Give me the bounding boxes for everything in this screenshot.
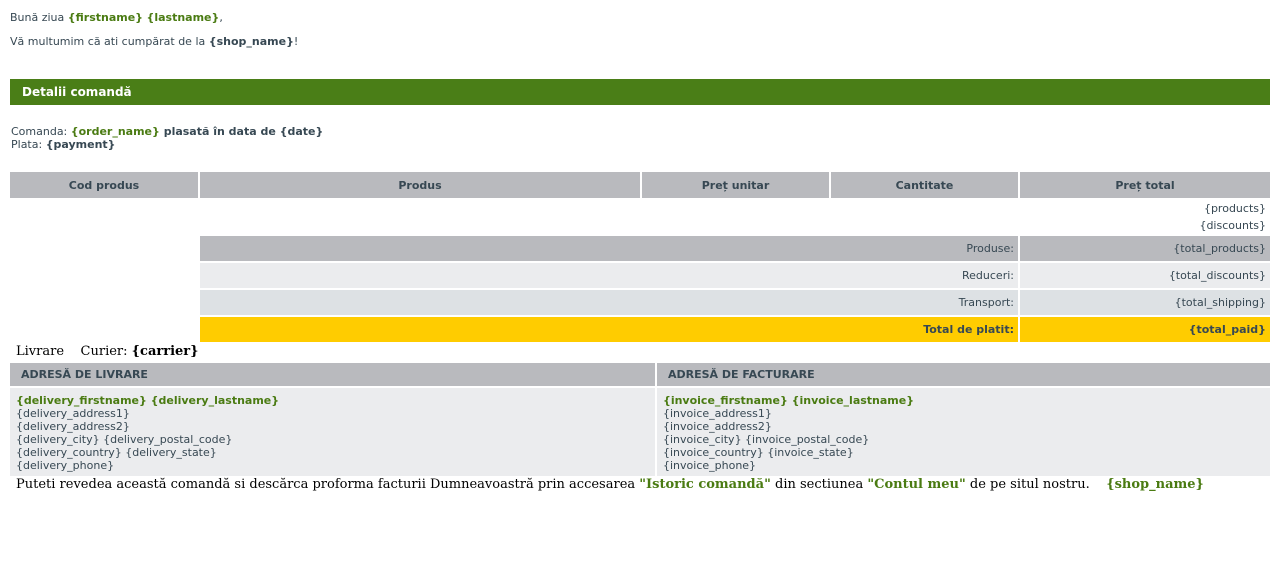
footer-text-3: de pe situl nostru. — [965, 477, 1090, 492]
total-products-label: Produse: — [199, 235, 1020, 263]
greeting-suffix: , — [219, 11, 223, 24]
delivery-city: {delivery_city} {delivery_postal_code} — [16, 433, 233, 446]
total-products-value: {total_products} — [1019, 235, 1270, 263]
thanks-line: Vă multumim că ati cumpărat de la {shop_… — [10, 35, 298, 48]
delivery-address1: {delivery_address1} — [16, 407, 130, 420]
order-label: Comanda: — [11, 125, 71, 138]
greeting-line: Bună ziua {firstname} {lastname}, — [10, 11, 223, 24]
delivery-phone: {delivery_phone} — [16, 459, 115, 472]
total-shipping-label: Transport: — [199, 289, 1020, 317]
footer-shop-name[interactable]: {shop_name} — [1106, 477, 1204, 492]
invoice-address: {invoice_firstname} {invoice_lastname} {… — [656, 387, 1270, 476]
delivery-label: Livrare — [16, 344, 65, 359]
footer-text-2: din sectiunea — [770, 477, 868, 492]
col-product: Produs — [199, 172, 642, 200]
total-discounts-row: Reduceri: {total_discounts} — [10, 262, 1270, 290]
invoice-city: {invoice_city} {invoice_postal_code} — [663, 433, 870, 446]
lastname-placeholder: {lastname} — [146, 11, 220, 24]
greeting-prefix: Bună ziua — [10, 11, 68, 24]
footer-text-1: Puteti revedea această comandă si descăr… — [16, 477, 640, 492]
total-discounts-value: {total_discounts} — [1019, 262, 1270, 290]
shop-name: {shop_name} — [208, 35, 294, 48]
delivery-name: {delivery_firstname} {delivery_lastname} — [16, 394, 280, 407]
total-shipping-value: {total_shipping} — [1019, 289, 1270, 317]
delivery-address: {delivery_firstname} {delivery_lastname}… — [10, 387, 657, 476]
invoice-phone: {invoice_phone} — [663, 459, 757, 472]
order-info: Comanda: {order_name} plasată în data de… — [11, 125, 323, 151]
total-shipping-row: Transport: {total_shipping} — [10, 289, 1270, 317]
total-paid-value: {total_paid} — [1019, 316, 1270, 344]
delivery-address-title: ADRESĂ DE LIVRARE — [10, 363, 657, 388]
total-paid-row: Total de platit: {total_paid} — [10, 316, 1270, 344]
invoice-address-title: ADRESĂ DE FACTURARE — [656, 363, 1270, 388]
col-total-price: Preț total — [1019, 172, 1270, 200]
firstname-placeholder: {firstname} — [67, 11, 144, 24]
col-unit-price: Preț unitar — [641, 172, 831, 200]
my-account-link[interactable]: "Contul meu" — [867, 477, 965, 492]
invoice-country: {invoice_country} {invoice_state} — [663, 446, 854, 459]
payment-label: Plata: — [11, 138, 46, 151]
delivery-line: Livrare Curier: {carrier} — [16, 344, 199, 359]
invoice-address1: {invoice_address1} — [663, 407, 772, 420]
total-discounts-label: Reduceri: — [199, 262, 1020, 290]
products-table: Cod produs Produs Preț unitar Cantitate … — [10, 172, 1270, 344]
discounts-placeholder: {discounts} — [1199, 219, 1266, 232]
carrier-value: {carrier} — [131, 344, 199, 359]
order-name: {order_name} — [70, 125, 160, 138]
items-cell: {products} {discounts} — [10, 199, 1270, 236]
thanks-prefix: Vă multumim că ati cumpărat de la — [10, 35, 209, 48]
items-row: {products} {discounts} — [10, 199, 1270, 236]
delivery-country: {delivery_country} {delivery_state} — [16, 446, 217, 459]
thanks-suffix: ! — [293, 35, 299, 48]
addresses-header-row: ADRESĂ DE LIVRARE ADRESĂ DE FACTURARE — [10, 363, 1270, 388]
order-history-link[interactable]: "Istoric comandă" — [639, 477, 771, 492]
addresses-table: ADRESĂ DE LIVRARE ADRESĂ DE FACTURARE {d… — [10, 363, 1270, 476]
col-quantity: Cantitate — [830, 172, 1020, 200]
invoice-name: {invoice_firstname} {invoice_lastname} — [663, 394, 915, 407]
invoice-address2: {invoice_address2} — [663, 420, 772, 433]
footer-note: Puteti revedea această comandă si descăr… — [16, 477, 1204, 492]
payment-value: {payment} — [45, 138, 116, 151]
order-details-header: Detalii comandă — [10, 79, 1270, 105]
total-paid-label: Total de platit: — [199, 316, 1020, 344]
col-product-code: Cod produs — [10, 172, 200, 200]
table-header-row: Cod produs Produs Preț unitar Cantitate … — [10, 172, 1270, 200]
products-placeholder: {products} — [1203, 202, 1266, 215]
delivery-address2: {delivery_address2} — [16, 420, 130, 433]
courier-label: Curier: — [80, 344, 132, 359]
payment-line: Plata: {payment} — [11, 138, 323, 151]
addresses-body-row: {delivery_firstname} {delivery_lastname}… — [10, 387, 1270, 476]
order-placed: plasată în data de {date} — [159, 125, 324, 138]
total-products-row: Produse: {total_products} — [10, 235, 1270, 263]
order-line: Comanda: {order_name} plasată în data de… — [11, 125, 323, 138]
